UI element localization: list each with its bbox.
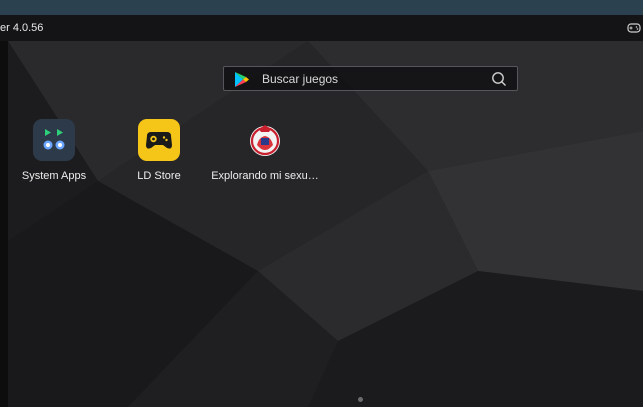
magnifier-icon[interactable]: [491, 71, 507, 87]
app-ld-store[interactable]: LD Store: [104, 119, 214, 182]
top-strip: [0, 0, 643, 15]
home-screen: Buscar juegos System Apps LD Store Explo…: [8, 41, 643, 407]
system-apps-folder-icon: [33, 119, 75, 161]
app-label-ld-store: LD Store: [137, 170, 181, 182]
title-bar: er 4.0.56: [0, 15, 643, 41]
search-placeholder: Buscar juegos: [262, 72, 339, 86]
app-explorando[interactable]: Explorando mi sexu…: [210, 119, 320, 182]
app-label-system-apps: System Apps: [21, 170, 87, 182]
gamepad-icon[interactable]: [627, 21, 641, 35]
play-store-icon: [235, 72, 249, 87]
explorando-app-logo-icon: [244, 119, 286, 161]
app-label-explorando: Explorando mi sexu…: [211, 170, 319, 182]
wallpaper: [8, 41, 643, 407]
app-system-apps[interactable]: System Apps: [8, 119, 109, 182]
ld-store-gamepad-icon: [138, 119, 180, 161]
search-bar[interactable]: Buscar juegos: [223, 66, 518, 91]
window-title: er 4.0.56: [0, 22, 44, 34]
left-edge: [0, 41, 8, 407]
page-indicator-dot: [358, 397, 363, 402]
